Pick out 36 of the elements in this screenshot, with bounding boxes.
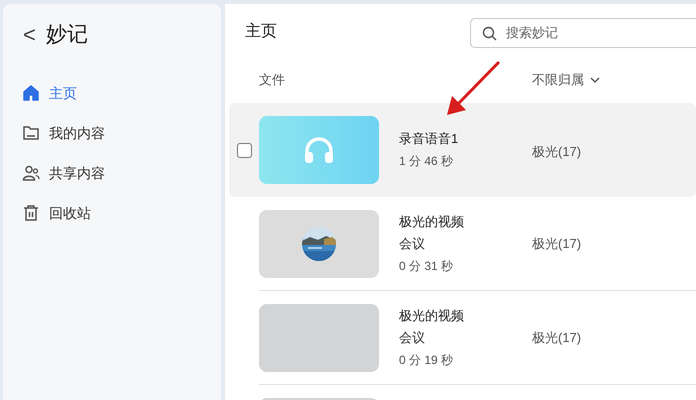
search-field[interactable]: 搜索妙记 bbox=[470, 18, 696, 48]
file-title: 极光的视频 bbox=[399, 212, 465, 230]
filter-dropdown[interactable]: 不限归属 bbox=[532, 70, 600, 90]
audio-thumbnail[interactable] bbox=[259, 116, 379, 184]
file-type: 会议 bbox=[399, 234, 426, 252]
page-title: 主页 bbox=[245, 22, 277, 42]
video-thumbnail[interactable] bbox=[259, 210, 379, 278]
app-title: 妙记 bbox=[46, 22, 88, 48]
file-row[interactable]: 极光的视频 会议 0 分 19 秒 极光(17) bbox=[229, 291, 696, 385]
file-row[interactable]: 极光的视频 会议 0 分 31 秒 极光(17) bbox=[229, 197, 696, 291]
owner: 极光(17) bbox=[532, 234, 582, 253]
file-title: 录音语音1 bbox=[399, 130, 460, 148]
sidebar-item[interactable]: 主页 bbox=[3, 73, 221, 113]
arrow bbox=[447, 62, 500, 115]
duration: 1 分 46 秒 bbox=[399, 153, 454, 170]
trash-icon bbox=[22, 204, 40, 222]
home-icon bbox=[22, 84, 40, 102]
video-thumbnail[interactable] bbox=[259, 304, 379, 372]
headphones-icon bbox=[303, 136, 335, 164]
people-icon bbox=[22, 164, 40, 182]
chevron-down-icon bbox=[590, 76, 600, 82]
file-title: 极光的视频 bbox=[399, 306, 465, 324]
sidebar-item[interactable]: 我的内容 bbox=[3, 113, 221, 153]
folder-icon bbox=[22, 124, 40, 142]
back-button[interactable]: < bbox=[23, 24, 36, 46]
duration: 0 分 19 秒 bbox=[399, 352, 454, 368]
sidebar-item[interactable]: 回收站 bbox=[3, 193, 221, 233]
search-icon bbox=[482, 26, 497, 40]
owner: 极光(17) bbox=[532, 143, 582, 162]
column-header: 文件 bbox=[259, 72, 285, 87]
checkbox[interactable] bbox=[236, 142, 252, 158]
duration: 0 分 31 秒 bbox=[399, 258, 454, 274]
file-type: 会议 bbox=[399, 328, 426, 346]
owner: 极光(17) bbox=[532, 328, 582, 347]
sidebar-item[interactable]: 共享内容 bbox=[3, 153, 221, 193]
file-row[interactable]: 录音语音1 1 分 46 秒 极光(17) bbox=[229, 103, 696, 197]
